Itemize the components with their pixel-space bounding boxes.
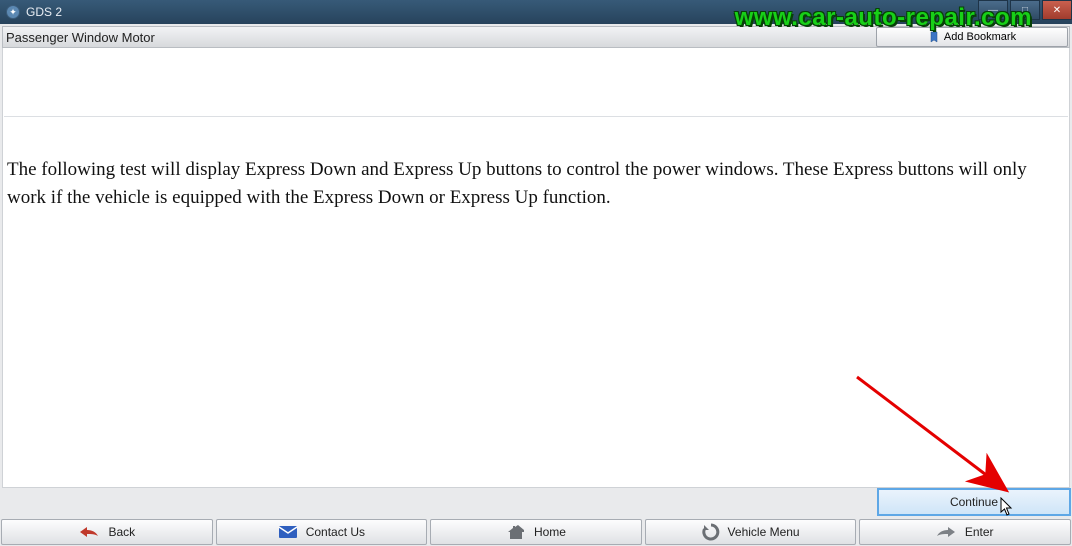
app-icon: ✦ [6,5,20,19]
bookmark-label: Add Bookmark [944,31,1016,43]
header-bar: Passenger Window Motor Add Bookmark [2,26,1070,48]
page-title: Passenger Window Motor [6,30,155,45]
minimize-button[interactable]: — [978,0,1008,20]
bottom-toolbar: Back Contact Us Home Vehicle Menu [0,519,1072,546]
enter-label: Enter [965,525,994,539]
enter-arrow-icon [937,525,957,539]
continue-button[interactable]: Continue [877,488,1071,516]
back-label: Back [108,525,135,539]
home-icon [506,524,526,540]
window-controls: — □ ✕ [976,0,1072,20]
back-button[interactable]: Back [1,519,213,545]
back-arrow-icon [78,525,100,539]
add-bookmark-button[interactable]: Add Bookmark [876,27,1068,47]
content-divider [4,116,1068,117]
home-label: Home [534,525,566,539]
content-panel: The following test will display Express … [2,48,1070,488]
vehicle-menu-button[interactable]: Vehicle Menu [645,519,857,545]
client-area: Passenger Window Motor Add Bookmark The … [0,24,1072,546]
home-button[interactable]: Home [430,519,642,545]
body-text: The following test will display Express … [7,156,1059,212]
contact-us-button[interactable]: Contact Us [216,519,428,545]
maximize-button[interactable]: □ [1010,0,1040,20]
bookmark-icon [928,31,940,43]
vehicle-menu-label: Vehicle Menu [728,525,800,539]
refresh-icon [702,523,720,541]
window-title: GDS 2 [26,5,62,19]
contact-label: Contact Us [306,525,365,539]
envelope-icon [278,525,298,539]
close-button[interactable]: ✕ [1042,0,1072,20]
continue-label: Continue [950,495,998,509]
window-titlebar: ✦ GDS 2 — □ ✕ [0,0,1072,24]
enter-button[interactable]: Enter [859,519,1071,545]
